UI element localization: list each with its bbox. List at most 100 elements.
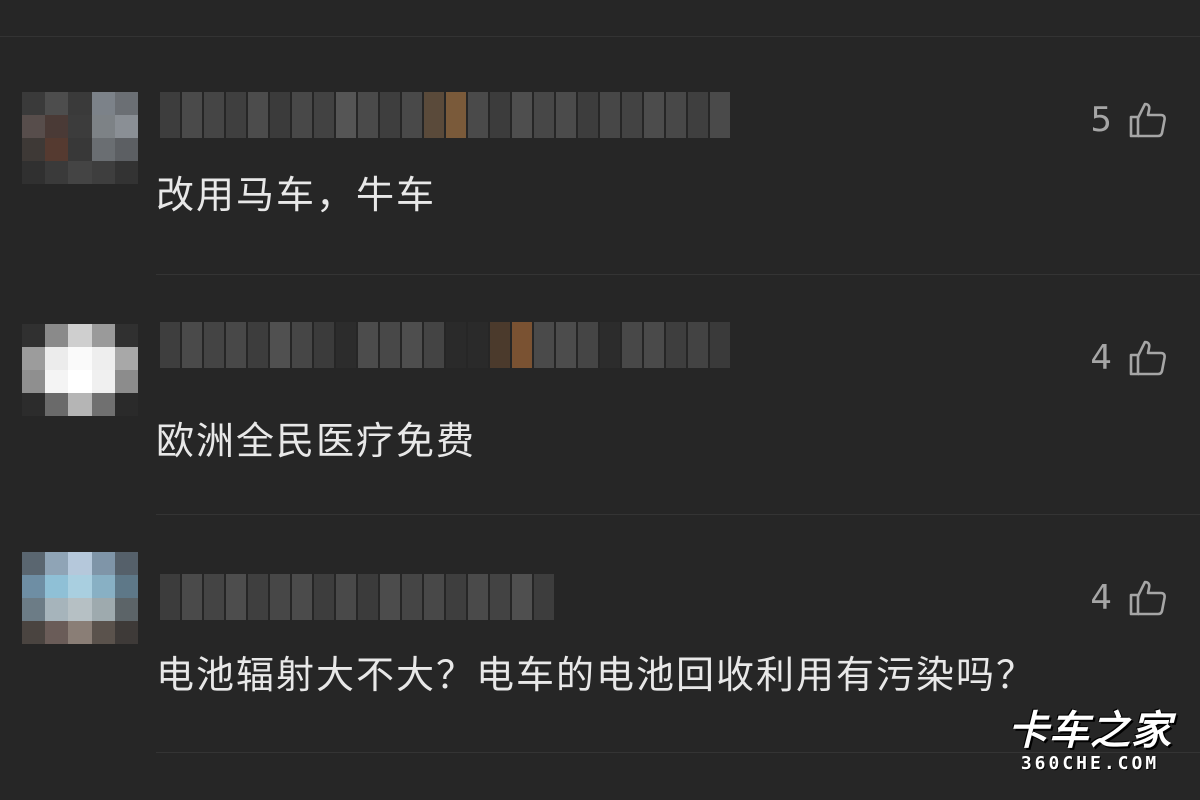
username-pixel	[512, 92, 532, 138]
username-pixel	[226, 574, 246, 620]
avatar-pixel	[22, 92, 46, 115]
avatar-pixel	[45, 575, 69, 598]
username-pixel	[292, 574, 312, 620]
avatar-pixel	[45, 92, 69, 115]
username-pixel	[534, 92, 554, 138]
thumbs-up-icon[interactable]	[1128, 100, 1168, 140]
thumbs-up-icon[interactable]	[1128, 578, 1168, 618]
username-pixel	[204, 92, 224, 138]
username-pixel	[710, 322, 730, 368]
avatar-pixel	[22, 347, 46, 370]
avatar-pixel	[114, 552, 138, 575]
avatar-pixel	[45, 552, 69, 575]
username-pixel	[424, 322, 444, 368]
avatar-pixel	[114, 393, 138, 416]
comment-text: 电池辐射大不大？电车的电池回收利用有污染吗？	[156, 653, 1037, 697]
avatar-pixel	[91, 393, 115, 416]
like-button[interactable]: 4	[1090, 338, 1168, 378]
thumbs-up-icon[interactable]	[1128, 338, 1168, 378]
comment-divider	[156, 514, 1200, 515]
username-pixel	[336, 574, 356, 620]
username-pixel	[358, 322, 378, 368]
username-pixel	[622, 322, 642, 368]
username-pixel	[358, 92, 378, 138]
username-pixel	[644, 322, 664, 368]
avatar-pixel	[45, 598, 69, 621]
avatar-pixel	[91, 92, 115, 115]
avatar-pixel	[91, 324, 115, 347]
username-pixel	[314, 92, 334, 138]
username-pixel	[600, 92, 620, 138]
username-pixel	[688, 92, 708, 138]
username-pixel	[402, 92, 422, 138]
avatar-pixel	[22, 138, 46, 161]
avatar-pixel	[45, 138, 69, 161]
avatar-pixel	[91, 575, 115, 598]
username-pixel	[248, 574, 268, 620]
avatar-pixel	[45, 370, 69, 393]
avatar-pixel	[91, 115, 115, 138]
username-pixel	[160, 574, 180, 620]
avatar-pixel	[114, 347, 138, 370]
avatar-pixel	[68, 138, 92, 161]
username-pixel	[468, 322, 488, 368]
avatar-pixel	[22, 324, 46, 347]
username-pixel	[248, 92, 268, 138]
username-pixel	[622, 92, 642, 138]
username-pixel	[688, 322, 708, 368]
like-button[interactable]: 4	[1090, 578, 1168, 618]
username-pixel	[336, 322, 356, 368]
username-blurred[interactable]	[160, 574, 554, 620]
username-pixel	[380, 322, 400, 368]
username-pixel	[182, 574, 202, 620]
username-pixel	[534, 322, 554, 368]
top-divider	[0, 36, 1200, 37]
avatar-pixel	[68, 370, 92, 393]
avatar-pixel	[91, 621, 115, 644]
avatar-pixel	[68, 115, 92, 138]
like-count: 4	[1090, 578, 1112, 618]
username-pixel	[402, 574, 422, 620]
username-blurred[interactable]	[160, 92, 730, 138]
username-pixel	[424, 92, 444, 138]
avatar-pixel	[114, 92, 138, 115]
avatar-pixel	[114, 324, 138, 347]
avatar-pixel	[22, 598, 46, 621]
avatar-pixel	[114, 370, 138, 393]
username-pixel	[402, 322, 422, 368]
avatar-pixel	[114, 575, 138, 598]
username-pixel	[468, 92, 488, 138]
avatar-pixel	[22, 370, 46, 393]
avatar-pixel	[91, 347, 115, 370]
avatar-pixel	[45, 621, 69, 644]
comment-text: 改用马车，牛车	[156, 173, 437, 217]
avatar-pixel	[91, 598, 115, 621]
avatar[interactable]	[22, 92, 138, 184]
username-pixel	[490, 92, 510, 138]
avatar[interactable]	[22, 552, 138, 644]
avatar-pixel	[114, 138, 138, 161]
username-pixel	[666, 92, 686, 138]
avatar-pixel	[68, 161, 92, 184]
username-pixel	[204, 322, 224, 368]
avatar-pixel	[45, 324, 69, 347]
avatar-pixel	[91, 552, 115, 575]
username-pixel	[160, 322, 180, 368]
like-count: 4	[1090, 338, 1112, 378]
username-pixel	[314, 574, 334, 620]
username-blurred[interactable]	[160, 322, 730, 368]
avatar-pixel	[22, 552, 46, 575]
avatar-pixel	[91, 370, 115, 393]
avatar-pixel	[68, 324, 92, 347]
avatar-pixel	[22, 575, 46, 598]
username-pixel	[468, 574, 488, 620]
username-pixel	[710, 92, 730, 138]
username-pixel	[336, 92, 356, 138]
avatar-pixel	[68, 621, 92, 644]
username-pixel	[292, 92, 312, 138]
comment-divider	[156, 274, 1200, 275]
like-button[interactable]: 5	[1090, 100, 1168, 140]
avatar-pixel	[68, 598, 92, 621]
username-pixel	[160, 92, 180, 138]
avatar[interactable]	[22, 324, 138, 416]
